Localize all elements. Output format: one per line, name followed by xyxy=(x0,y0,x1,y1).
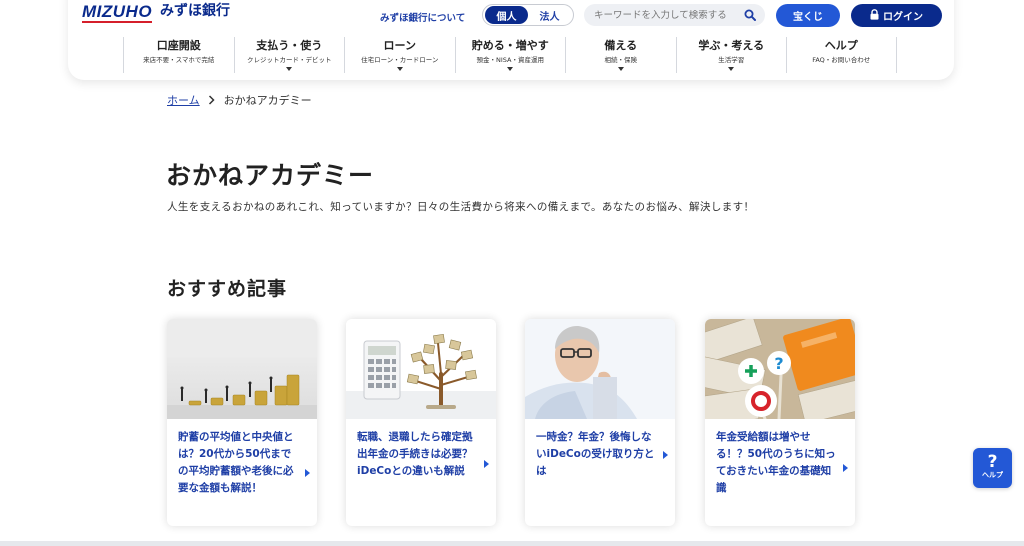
arrow-right-icon xyxy=(484,460,489,468)
nav-sublabel: 来店不要・スマホで完結 xyxy=(143,56,215,64)
article-card-pension-basics[interactable]: ? 年金受給額は増やせる！？50代のうちに知っておきたい年金の基礎知識 xyxy=(705,319,855,526)
caret-down-icon xyxy=(728,67,735,71)
nav-sublabel: FAQ・お問い合わせ xyxy=(812,56,871,64)
search-icon[interactable] xyxy=(743,8,757,22)
nav-label: 備える xyxy=(604,39,638,52)
nav-item-prepare[interactable]: 備える 相続・保険 xyxy=(565,37,676,73)
article-thumbnail-elderly-man-thinking xyxy=(525,319,675,419)
nav-sublabel: 生活学習 xyxy=(718,56,745,64)
about-bank-link[interactable]: みずほ銀行について xyxy=(380,10,465,24)
recommended-section-title: おすすめ記事 xyxy=(167,278,288,300)
toggle-personal[interactable]: 個人 xyxy=(485,6,528,24)
search-input[interactable] xyxy=(594,9,743,21)
nav-item-learn[interactable]: 学ぶ・考える 生活学習 xyxy=(675,37,787,73)
nav-label: 支払う・使う xyxy=(256,39,323,52)
nav-label: ローン xyxy=(383,39,416,52)
page-title: おかねアカデミー xyxy=(166,161,375,190)
arrow-right-icon xyxy=(305,469,310,477)
breadcrumb: ホーム おかねアカデミー xyxy=(167,92,312,108)
lock-icon xyxy=(870,8,879,23)
nav-item-payment[interactable]: 支払う・使う クレジットカード・デビット xyxy=(233,37,345,73)
article-title: 貯蓄の平均値と中央値とは？20代から50代までの平均貯蓄額や老後に必要な金額も解… xyxy=(178,431,294,494)
nav-sublabel: クレジットカード・デビット xyxy=(247,56,332,64)
arrow-right-icon xyxy=(843,464,848,472)
logo-name: みずほ銀行 xyxy=(160,3,231,19)
logo-mark: MIZUHO xyxy=(82,2,153,23)
nav-item-help[interactable]: ヘルプ FAQ・お問い合わせ xyxy=(786,37,897,73)
article-thumbnail-coins-and-figures xyxy=(167,319,317,419)
caret-down-icon xyxy=(507,67,514,71)
login-button[interactable]: ログイン xyxy=(851,4,942,27)
breadcrumb-current: おかねアカデミー xyxy=(223,94,312,107)
nav-sublabel: 相続・保険 xyxy=(604,56,638,64)
nav-item-loan[interactable]: ローン 住宅ローン・カードローン xyxy=(344,37,455,73)
site-header: MIZUHO みずほ銀行 みずほ銀行について 個人 法人 宝くじ ログイン 口座… xyxy=(68,0,954,80)
article-card-dc-pension[interactable]: 転職、退職したら確定拠出年金の手続きは必要？iDeCoとの違いも解説 xyxy=(346,319,496,526)
article-title: 転職、退職したら確定拠出年金の手続きは必要？iDeCoとの違いも解説 xyxy=(357,431,473,477)
nav-sublabel: 住宅ローン・カードローン xyxy=(361,56,439,64)
global-nav: 口座開設 来店不要・スマホで完結 支払う・使う クレジットカード・デビット ロー… xyxy=(123,37,897,73)
login-button-label: ログイン xyxy=(883,12,923,23)
help-float-button[interactable]: ? ヘルプ xyxy=(973,448,1012,488)
article-thumbnail-calculator-and-money-tree xyxy=(346,319,496,419)
nav-item-savings[interactable]: 貯める・増やす 預金・NISA・資産運用 xyxy=(454,37,566,73)
article-title: 年金受給額は増やせる！？50代のうちに知っておきたい年金の基礎知識 xyxy=(716,431,836,494)
nav-item-account[interactable]: 口座開設 来店不要・スマホで完結 xyxy=(123,37,234,73)
caret-down-icon xyxy=(617,67,624,71)
breadcrumb-home-link[interactable]: ホーム xyxy=(167,92,200,108)
lottery-button-label: 宝くじ xyxy=(793,12,823,23)
article-title: 一時金？年金？後悔しないiDeCoの受け取り方とは xyxy=(536,431,655,477)
chevron-right-icon xyxy=(208,95,216,105)
lottery-button[interactable]: 宝くじ xyxy=(776,4,840,27)
help-label: ヘルプ xyxy=(982,471,1003,479)
nav-label: 学ぶ・考える xyxy=(698,39,765,52)
nav-label: 貯める・増やす xyxy=(471,39,549,52)
page-description: 人生を支えるおかねのあれこれ、知っていますか？日々の生活費から将来への備えまで。… xyxy=(167,201,755,213)
page-bottom-edge xyxy=(0,541,1024,546)
toggle-corporate[interactable]: 法人 xyxy=(528,6,571,24)
article-card-ideco-receipt[interactable]: 一時金？年金？後悔しないiDeCoの受け取り方とは xyxy=(525,319,675,526)
customer-type-toggle: 個人 法人 xyxy=(482,4,574,26)
page: MIZUHO みずほ銀行 みずほ銀行について 個人 法人 宝くじ ログイン 口座… xyxy=(0,0,1024,546)
svg-text:?: ? xyxy=(774,354,783,373)
nav-label: 口座開設 xyxy=(156,39,201,52)
question-icon: ? xyxy=(987,452,998,472)
arrow-right-icon xyxy=(663,451,668,459)
caret-down-icon xyxy=(286,67,293,71)
caret-down-icon xyxy=(396,67,403,71)
search-box xyxy=(584,4,765,26)
article-thumbnail-pension-book-and-cash: ? xyxy=(705,319,855,419)
nav-label: ヘルプ xyxy=(824,39,858,52)
logo[interactable]: MIZUHO みずほ銀行 xyxy=(82,2,231,23)
article-card-savings-average[interactable]: 貯蓄の平均値と中央値とは？20代から50代までの平均貯蓄額や老後に必要な金額も解… xyxy=(167,319,317,526)
nav-sublabel: 預金・NISA・資産運用 xyxy=(476,56,544,64)
